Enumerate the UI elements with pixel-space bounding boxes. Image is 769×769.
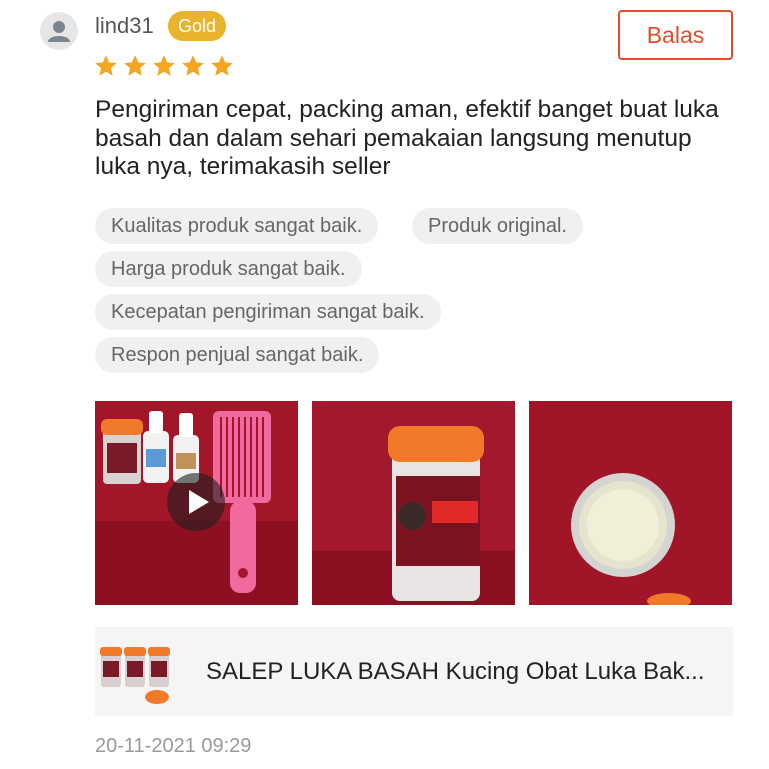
product-name[interactable]: SALEP LUKA BASAH Kucing Obat Luka Bak... (206, 658, 711, 686)
star-icon (95, 55, 117, 76)
open-jar-photo (529, 401, 732, 605)
star-rating (93, 53, 235, 79)
member-badge: Gold (168, 11, 227, 41)
product-link-card[interactable]: SALEP LUKA BASAH Kucing Obat Luka Bak... (95, 627, 733, 716)
star-icon (182, 55, 204, 76)
star-icon (211, 55, 233, 76)
review-text: Pengiriman cepat, packing aman, efektif … (95, 96, 719, 180)
product-thumbnail (95, 627, 184, 716)
video-thumbnail[interactable] (95, 401, 298, 605)
play-button[interactable] (167, 473, 225, 531)
tag-shipping-speed: Kecepatan pengiriman sangat baik. (95, 294, 441, 330)
star-icon (124, 55, 146, 76)
review-timestamp: 20-11-2021 09:29 (95, 735, 252, 757)
product-jars-image (95, 627, 184, 716)
reply-button[interactable]: Balas (618, 10, 733, 60)
tag-quality: Kualitas produk sangat baik. (95, 208, 379, 244)
tag-original: Produk original. (412, 208, 583, 244)
star-icon (153, 55, 175, 76)
username[interactable]: lind31 (95, 12, 154, 40)
play-icon (188, 490, 209, 514)
photo-thumbnail-open-jar[interactable] (529, 401, 732, 605)
tag-price: Harga produk sangat baik. (95, 251, 362, 287)
user-avatar[interactable] (40, 12, 78, 50)
photo-thumbnail-jar[interactable] (312, 401, 515, 605)
tag-seller-response: Respon penjual sangat baik. (95, 337, 380, 373)
person-icon (48, 21, 70, 42)
salep-jar-photo (312, 401, 515, 605)
